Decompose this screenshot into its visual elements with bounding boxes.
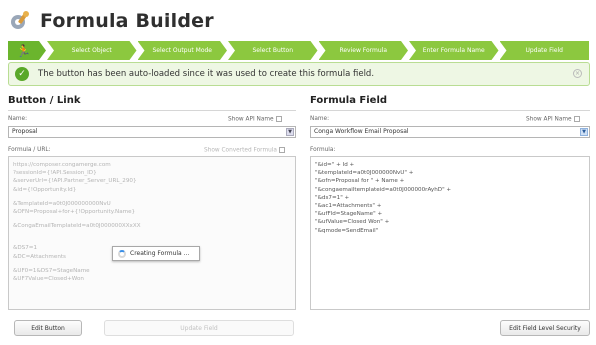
chevron-down-icon[interactable]: ▼ [580,128,588,136]
formula-field-select-value: Conga Workflow Email Proposal [314,128,409,135]
close-icon[interactable]: × [573,69,582,78]
left-show-api-checkbox[interactable] [275,116,282,122]
right-show-api-label: Show API Name [526,116,572,123]
formula-field-title: Formula Field [310,95,388,106]
edit-field-level-security-button[interactable]: Edit Field Level Security [500,320,590,336]
show-converted-label: Show Converted Formula [204,147,277,154]
right-show-api-checkbox[interactable] [573,116,580,122]
wizard-step-update-field[interactable]: Update Field [499,41,589,60]
show-converted-toggle[interactable]: Show Converted Formula [204,147,285,154]
button-link-title: Button / Link [8,95,81,106]
info-notice: ✓ The button has been auto-loaded since … [8,62,590,86]
wizard-step-enter-formula-name[interactable]: Enter Formula Name [409,41,499,60]
wizard-step-start[interactable]: 🏃 [8,41,46,60]
url-block-1: https://composer.congamerge.com ?session… [13,162,137,193]
wizard-steps: 🏃 Select Object Select Output Mode Selec… [8,41,590,60]
chevron-down-icon[interactable]: ▼ [286,128,294,136]
loading-text: Creating Formula ... [130,250,190,257]
wizard-step-select-object[interactable]: Select Object [47,41,137,60]
left-show-api-toggle[interactable]: Show API Name [228,116,282,123]
left-show-api-label: Show API Name [228,116,274,123]
url-block-5: &UF0=1&DS7=StageName &UF7Value=Closed+Wo… [13,267,90,283]
update-field-button[interactable]: Update Field [104,320,294,336]
left-name-label: Name: [8,116,28,122]
url-block-2: &TemplateId=a0t0J000000000NvU &OFN=Propo… [13,200,136,216]
formula-label: Formula: [310,147,336,153]
divider [310,110,590,111]
right-show-api-toggle[interactable]: Show API Name [526,116,580,123]
right-name-label: Name: [310,116,330,122]
edit-button-button[interactable]: Edit Button [14,320,82,336]
check-circle-icon: ✓ [15,67,29,81]
wizard-step-select-button[interactable]: Select Button [228,41,318,60]
formula-field-select[interactable]: Conga Workflow Email Proposal ▼ [310,126,590,138]
formula-url-label: Formula / URL: [8,147,51,153]
spinner-icon [118,249,126,258]
loading-popup: Creating Formula ... [112,246,200,261]
page-title: Formula Builder [40,10,214,32]
wizard-step-review-formula[interactable]: Review Formula [319,41,409,60]
formula-textarea[interactable]: "&id=" + Id + "&templateId=a0t0J000000Nv… [310,156,590,310]
notice-text: The button has been auto-loaded since it… [38,69,375,79]
header: Formula Builder [8,6,214,36]
running-man-icon: 🏃 [16,43,31,58]
formula-url-textarea[interactable]: https://composer.congamerge.com ?session… [8,156,296,310]
gear-wrench-icon [11,11,29,29]
show-converted-checkbox[interactable] [278,147,285,153]
wizard-step-select-output-mode[interactable]: Select Output Mode [138,41,228,60]
button-select-value: Proposal [12,128,38,135]
url-block-3: &CongaEmailTemplateId=a0t0J000000XXxXX [13,223,141,230]
button-select[interactable]: Proposal ▼ [8,126,296,138]
divider [8,110,296,111]
